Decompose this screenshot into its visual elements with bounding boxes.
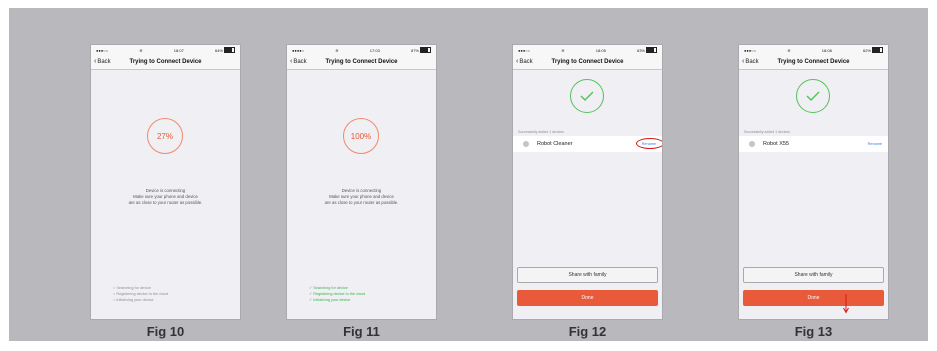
figure-caption: Fig 11 bbox=[343, 324, 380, 339]
nav-bar: ‹ Back Trying to Connect Device bbox=[287, 55, 436, 70]
battery-icon bbox=[420, 47, 431, 53]
phone-screen: ●●●○○ ≋ 18:05 63% ‹ Back Trying to Conne… bbox=[513, 45, 662, 319]
highlight-oval bbox=[635, 138, 662, 149]
status-bar: ●●●○○ ≋ 18:07 64% bbox=[91, 45, 240, 55]
battery-icon bbox=[224, 47, 235, 53]
device-row[interactable]: Robot Cleaner Rename bbox=[513, 136, 662, 152]
figure-13: ●●●○○ ≋ 18:08 62% ‹ Back Trying to Conne… bbox=[739, 45, 888, 339]
signal-indicator: ●●●○○ bbox=[518, 47, 531, 53]
progress-ring: 100% bbox=[343, 118, 379, 154]
battery-icon bbox=[872, 47, 883, 53]
message-line: are as close to your router as possible. bbox=[324, 200, 399, 205]
battery-percent: 62% bbox=[862, 47, 871, 53]
connection-steps: ✓ Searching for device ✓ Registering dev… bbox=[309, 285, 365, 303]
status-bar: ●●●●○ ≋ 17:03 87% bbox=[287, 45, 436, 55]
figure-caption: Fig 13 bbox=[794, 324, 833, 339]
wifi-icon: ≋ bbox=[787, 47, 791, 53]
rename-link[interactable]: Rename bbox=[635, 138, 662, 149]
figure-backdrop: ●●●○○ ≋ 18:07 64% ‹ Back Trying to Conne… bbox=[9, 8, 928, 341]
success-check bbox=[796, 79, 830, 113]
nav-bar: ‹ Back Trying to Connect Device bbox=[739, 55, 888, 70]
page-title: Trying to Connect Device bbox=[325, 59, 398, 65]
figure-10: ●●●○○ ≋ 18:07 64% ‹ Back Trying to Conne… bbox=[91, 45, 240, 339]
checkmark-icon bbox=[580, 91, 594, 101]
message-line: are as close to your router as possible. bbox=[128, 200, 203, 205]
phone-screen: ●●●○○ ≋ 18:08 62% ‹ Back Trying to Conne… bbox=[739, 45, 888, 319]
device-icon bbox=[749, 141, 755, 147]
nav-bar: ‹ Back Trying to Connect Device bbox=[91, 55, 240, 70]
signal-indicator: ●●●○○ bbox=[96, 47, 109, 53]
checkmark-icon bbox=[806, 91, 820, 101]
connecting-message: Device is connecting Make sure your phon… bbox=[287, 188, 436, 206]
figure-12: ●●●○○ ≋ 18:05 63% ‹ Back Trying to Conne… bbox=[513, 45, 662, 339]
device-icon bbox=[523, 141, 529, 147]
page-title: Trying to Connect Device bbox=[777, 59, 850, 65]
pointer-arrow-icon bbox=[843, 294, 849, 314]
progress-percent: 100% bbox=[350, 131, 372, 141]
battery-percent: 64% bbox=[214, 47, 223, 53]
figure-caption: Fig 12 bbox=[568, 324, 607, 339]
device-name: Robot X55 bbox=[763, 141, 789, 147]
progress-percent: 27% bbox=[156, 131, 173, 141]
signal-indicator: ●●●○○ bbox=[744, 47, 757, 53]
clock: 18:05 bbox=[595, 47, 606, 53]
battery-indicator: 87% bbox=[411, 47, 431, 53]
nav-bar: ‹ Back Trying to Connect Device bbox=[513, 55, 662, 70]
page-title: Trying to Connect Device bbox=[129, 59, 202, 65]
step-item: ○ Initializing your device bbox=[113, 298, 154, 302]
figure-11: ●●●●○ ≋ 17:03 87% ‹ Back Trying to Conne… bbox=[287, 45, 436, 339]
device-row[interactable]: Robot X55 Rename bbox=[739, 136, 888, 152]
status-bar: ●●●○○ ≋ 18:08 62% bbox=[739, 45, 888, 55]
wifi-icon: ≋ bbox=[139, 47, 143, 53]
connecting-message: Device is connecting Make sure your phon… bbox=[91, 188, 240, 206]
progress-ring: 27% bbox=[147, 118, 183, 154]
connection-steps: ○ Searching for device ○ Registering dev… bbox=[113, 285, 168, 303]
devices-added-label: Successfully added 1 devices bbox=[518, 130, 564, 134]
share-with-family-button[interactable]: Share with family bbox=[743, 267, 884, 283]
battery-indicator: 63% bbox=[637, 47, 657, 53]
rename-link[interactable]: Rename bbox=[866, 141, 884, 147]
battery-indicator: 62% bbox=[863, 47, 883, 53]
battery-percent: 87% bbox=[410, 47, 419, 53]
done-button[interactable]: Done bbox=[517, 290, 658, 306]
phone-screen: ●●●○○ ≋ 18:07 64% ‹ Back Trying to Conne… bbox=[91, 45, 240, 319]
figure-caption: Fig 10 bbox=[146, 324, 185, 339]
share-with-family-button[interactable]: Share with family bbox=[517, 267, 658, 283]
done-button[interactable]: Done bbox=[743, 290, 884, 306]
devices-added-label: Successfully added 1 devices bbox=[744, 130, 790, 134]
battery-icon bbox=[646, 47, 657, 53]
clock: 18:07 bbox=[173, 47, 184, 53]
clock: 18:08 bbox=[821, 47, 832, 53]
wifi-icon: ≋ bbox=[561, 47, 565, 53]
battery-indicator: 64% bbox=[215, 47, 235, 53]
success-check bbox=[570, 79, 604, 113]
signal-indicator: ●●●●○ bbox=[292, 47, 305, 53]
wifi-icon: ≋ bbox=[335, 47, 339, 53]
device-name: Robot Cleaner bbox=[537, 141, 573, 147]
battery-percent: 63% bbox=[636, 47, 645, 53]
clock: 17:03 bbox=[369, 47, 380, 53]
page-title: Trying to Connect Device bbox=[551, 59, 624, 65]
step-item: ✓ Initializing your device bbox=[309, 298, 351, 302]
phone-screen: ●●●●○ ≋ 17:03 87% ‹ Back Trying to Conne… bbox=[287, 45, 436, 319]
status-bar: ●●●○○ ≋ 18:05 63% bbox=[513, 45, 662, 55]
